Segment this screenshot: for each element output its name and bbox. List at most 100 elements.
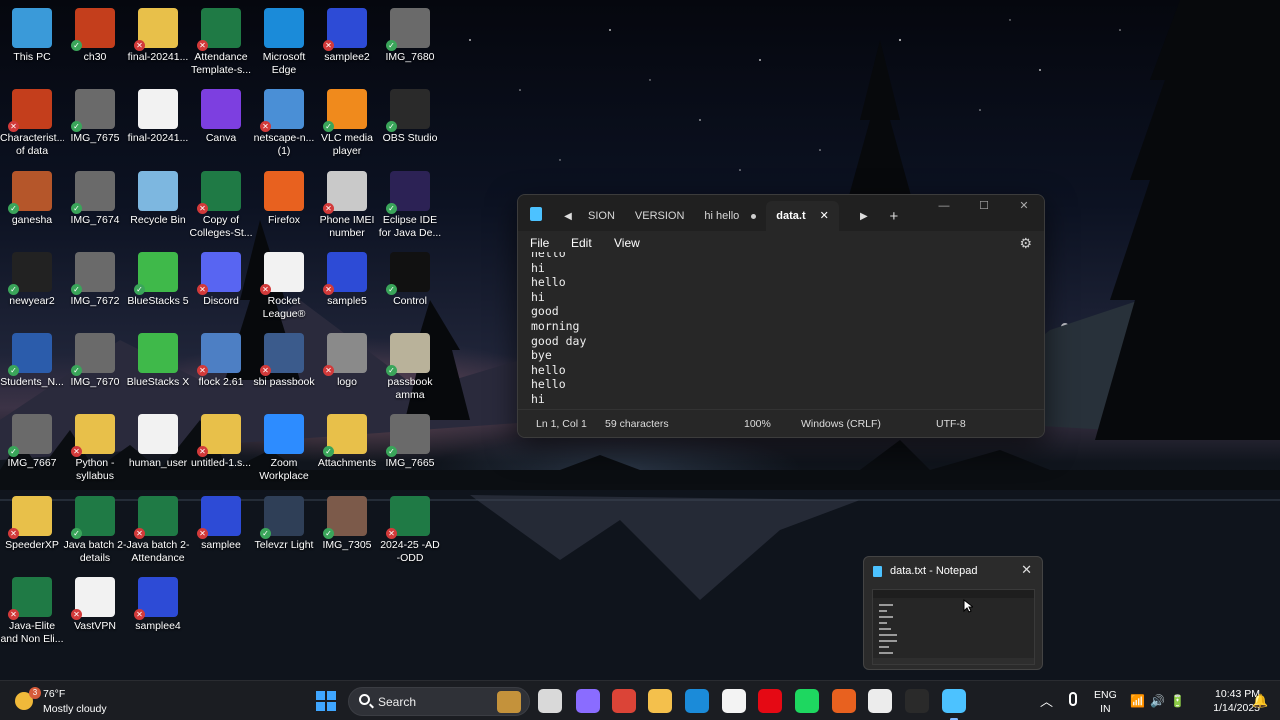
desktop-icon[interactable]: ✕ Python -syllabus: [63, 410, 127, 488]
notepad-icon[interactable]: [942, 689, 966, 720]
desktop-icon[interactable]: ✕ final-20241...: [126, 4, 190, 82]
minimize-button[interactable]: —: [924, 195, 964, 219]
desktop-icon[interactable]: ✕ logo: [315, 329, 379, 407]
desktop-icon[interactable]: ✓ Attachments: [315, 410, 379, 488]
menu-view[interactable]: View: [614, 236, 640, 250]
tab-data-txt[interactable]: data.t ✕: [766, 201, 839, 231]
zoom-level[interactable]: 100%: [744, 418, 771, 430]
notepad-window[interactable]: ◀ SION VERSION hi hello data.t ✕ ▶ + — ☐ …: [517, 194, 1045, 438]
desktop-icon[interactable]: ✕2024-25 -AD -ODD Class...: [378, 492, 442, 570]
notepad-text-area[interactable]: hello hi hello hi good morning good day bye hell…: [518, 252, 1044, 410]
spotify-icon[interactable]: [795, 689, 819, 713]
desktop-icon[interactable]: ✓ IMG_7680: [378, 4, 442, 82]
wifi-icon[interactable]: 📶: [1130, 694, 1145, 720]
desktop-icon[interactable]: ✓ Control: [378, 248, 442, 326]
desktop-icon[interactable]: ✓ IMG_7665: [378, 410, 442, 488]
tab-hi-hello[interactable]: hi hello: [694, 201, 766, 231]
desktop-icon[interactable]: ✓ IMG_7667: [0, 410, 64, 488]
desktop-icon[interactable]: Zoom Workplace: [252, 410, 316, 488]
desktop-icon[interactable]: ✓ Students_N...: [0, 329, 64, 407]
desktop-icon[interactable]: This PC: [0, 4, 64, 82]
desktop-icon[interactable]: ✕ VastVPN: [63, 573, 127, 651]
sync-error-icon: ✕: [134, 609, 145, 620]
menu-file[interactable]: File: [530, 236, 549, 250]
preview-close-button[interactable]: ✕: [1021, 562, 1032, 578]
desktop-icon[interactable]: ✓ VLC media player: [315, 85, 379, 163]
desktop-icon[interactable]: final-20241...: [126, 85, 190, 163]
desktop-icon[interactable]: ✕ Rocket League®: [252, 248, 316, 326]
netflix-icon[interactable]: [758, 689, 782, 713]
terminal-icon[interactable]: [905, 689, 929, 713]
desktop-icon[interactable]: ✕ samplee2: [315, 4, 379, 82]
desktop-icon[interactable]: Firefox: [252, 167, 316, 245]
desktop-icon[interactable]: ✓ OBS Studio: [378, 85, 442, 163]
desktop-icon[interactable]: ✓ IMG_7675: [63, 85, 127, 163]
desktop-icon[interactable]: ✕ sample5: [315, 248, 379, 326]
desktop-icon[interactable]: ✓ IMG_7674: [63, 167, 127, 245]
tab-version[interactable]: VERSION: [625, 201, 695, 231]
desktop-icon[interactable]: ✕ sbi passbook: [252, 329, 316, 407]
notification-bell-icon[interactable]: 🔔: [1252, 693, 1268, 709]
settings-gear-icon[interactable]: ⚙: [1019, 235, 1032, 252]
desktop-icon[interactable]: ✕ untitled-1.s...: [189, 410, 253, 488]
language-indicator[interactable]: ENG IN: [1094, 688, 1117, 720]
desktop-icon[interactable]: ✕ Java batch 2-Attendance: [126, 492, 190, 570]
copilot-icon[interactable]: [576, 689, 600, 713]
desktop-icon[interactable]: ✓ Eclipse IDE for Java De...: [378, 167, 442, 245]
close-button[interactable]: ✕: [1004, 195, 1044, 219]
battery-icon[interactable]: 🔋: [1170, 694, 1185, 720]
desktop-icon[interactable]: ✓ Televzr Light: [252, 492, 316, 570]
desktop-icon[interactable]: ✓ IMG_7672: [63, 248, 127, 326]
desktop-icon[interactable]: ✕ flock 2.61: [189, 329, 253, 407]
show-hidden-icons-chevron-icon[interactable]: ︿: [1040, 691, 1053, 720]
desktop-icon[interactable]: Canva: [189, 85, 253, 163]
desktop-icon[interactable]: Recycle Bin: [126, 167, 190, 245]
taskbar-clock[interactable]: 10:43 PM 1/14/2025: [1188, 687, 1260, 715]
microphone-icon[interactable]: [1069, 692, 1077, 706]
tab-scroll-left-icon[interactable]: ◀: [558, 211, 578, 222]
desktop-icon[interactable]: ✕ Phone IMEI number: [315, 167, 379, 245]
desktop-icon[interactable]: ✓ ganesha: [0, 167, 64, 245]
desktop-icon[interactable]: ✕ Java-Elite and Non Eli...: [0, 573, 64, 651]
desktop-icon[interactable]: ✓ newyear2: [0, 248, 64, 326]
desktop-icon[interactable]: ✕ samplee4: [126, 573, 190, 651]
desktop-icon[interactable]: human_user: [126, 410, 190, 488]
desktop-icon[interactable]: ✕ Attendance Template-s...: [189, 4, 253, 82]
edge-icon[interactable]: [685, 689, 709, 713]
task-view-icon[interactable]: [538, 689, 562, 713]
encoding[interactable]: UTF-8: [936, 418, 966, 430]
desktop-icon[interactable]: ✕ Copy of Colleges-St...: [189, 167, 253, 245]
desktop-icon[interactable]: ✓ BlueStacks 5: [126, 248, 190, 326]
line-ending[interactable]: Windows (CRLF): [801, 418, 881, 430]
desktop-icon[interactable]: ✓ Java batch 2-details: [63, 492, 127, 570]
tab-scroll-right-icon[interactable]: ▶: [849, 211, 879, 222]
windows-start-icon[interactable]: [316, 691, 336, 711]
new-tab-button[interactable]: +: [879, 208, 909, 225]
desktop-icon[interactable]: ✕ samplee: [189, 492, 253, 570]
notepad-titlebar[interactable]: ◀ SION VERSION hi hello data.t ✕ ▶ + — ☐ …: [518, 195, 1044, 231]
menu-edit[interactable]: Edit: [571, 236, 592, 250]
microsoft-store-icon[interactable]: [722, 689, 746, 713]
taskbar-search-box[interactable]: Search: [348, 687, 530, 716]
desktop-icon[interactable]: ✕ netscape-n... (1): [252, 85, 316, 163]
taskbar-thumbnail-preview[interactable]: data.txt - Notepad ✕: [863, 556, 1043, 670]
desktop-icon[interactable]: ✓ IMG_7305: [315, 492, 379, 570]
desktop-icon[interactable]: BlueStacks X: [126, 329, 190, 407]
chrome-icon[interactable]: [612, 689, 636, 713]
desktop-icon[interactable]: ✓ ch30: [63, 4, 127, 82]
obs-icon[interactable]: [868, 689, 892, 713]
close-tab-icon[interactable]: ✕: [820, 210, 829, 222]
file-explorer-icon[interactable]: [648, 689, 672, 713]
weather-widget[interactable]: 3 76°F Mostly cloudy: [12, 685, 132, 717]
tab-sion[interactable]: SION: [578, 201, 625, 231]
maximize-button[interactable]: ☐: [964, 195, 1004, 219]
desktop-icon[interactable]: ✕ SpeederXP: [0, 492, 64, 570]
desktop-icon[interactable]: ✓ passbook amma: [378, 329, 442, 407]
desktop-icon[interactable]: ✕ Characterist... of data: [0, 85, 64, 163]
desktop-icon[interactable]: Microsoft Edge: [252, 4, 316, 82]
desktop-icon[interactable]: ✕ Discord: [189, 248, 253, 326]
volume-icon[interactable]: 🔊: [1150, 694, 1165, 720]
preview-thumbnail[interactable]: [872, 589, 1035, 665]
firefox-icon[interactable]: [832, 689, 856, 713]
desktop-icon[interactable]: ✓ IMG_7670: [63, 329, 127, 407]
